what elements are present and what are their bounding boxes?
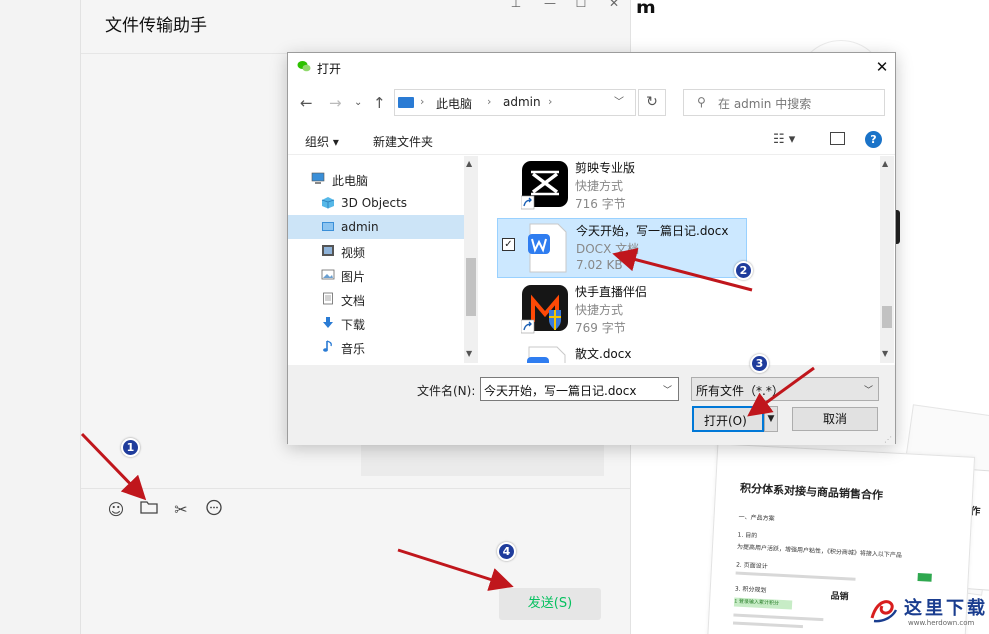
annotation-arrow-4: [397, 548, 514, 591]
annotation-badge: 2: [734, 261, 753, 280]
annotation-layer: [80, 247, 815, 591]
annotation-arrow-2: [612, 247, 753, 292]
annotation-badge: 3: [750, 354, 769, 373]
annotation-badge: 1: [121, 438, 140, 457]
annotation-badge: 4: [497, 542, 516, 561]
annotation-arrow-3: [747, 366, 815, 417]
